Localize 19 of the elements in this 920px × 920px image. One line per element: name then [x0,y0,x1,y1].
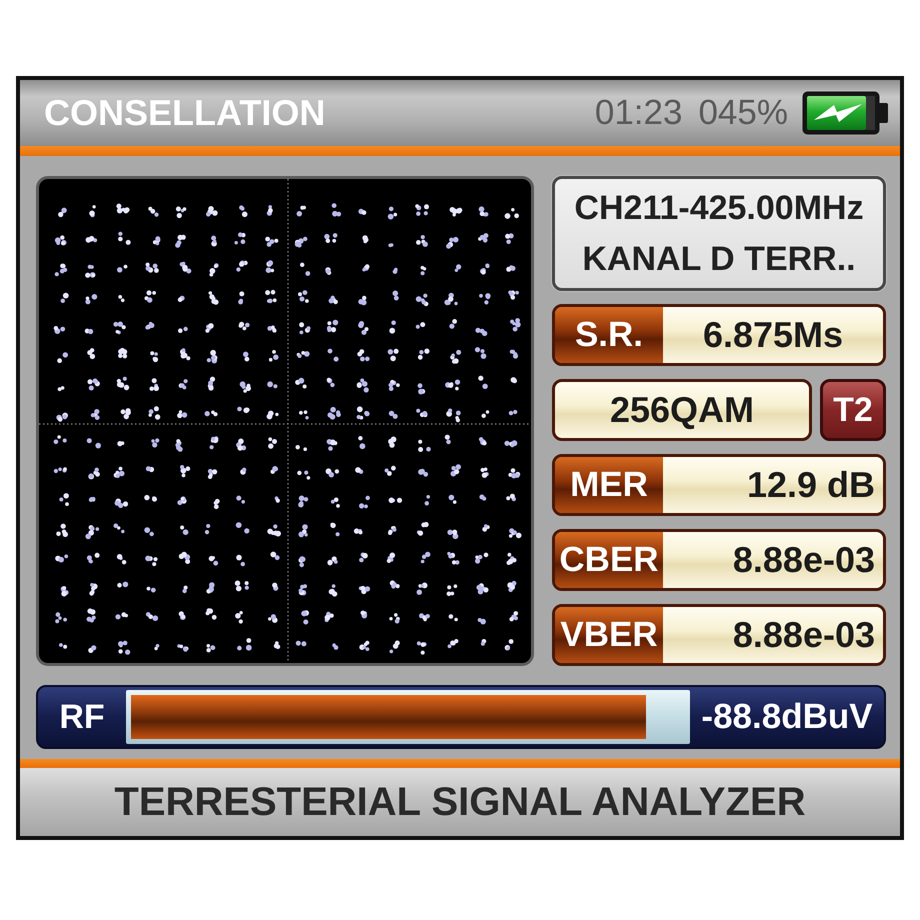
parameter-value: 12.9 dB [663,457,883,513]
parameter-label: S.R. [555,307,663,363]
parameter-value: 8.88e-03 [663,532,883,588]
parameter-label: MER [555,457,663,513]
device-title: TERRESTERIAL SIGNAL ANALYZER [114,780,806,824]
parameter-value: 8.88e-03 [663,607,883,663]
rf-reading: -88.8dBuV [700,697,874,737]
clock-time: 01:23 [594,93,682,133]
standard-badge: T2 [820,379,886,441]
parameter-label: CBER [555,532,663,588]
battery-percentage: 045% [698,93,788,133]
parameter-label: VBER [555,607,663,663]
parameter-value: 6.875Ms [663,307,883,363]
rf-label: RF [58,698,106,736]
screen-title: CONSELLATION [44,92,326,134]
modulation-value: 256QAM [552,379,812,441]
channel-name: KANAL D TERR.. [582,240,856,278]
battery-icon [802,91,888,135]
channel-frequency: CH211-425.00MHz [574,188,864,228]
